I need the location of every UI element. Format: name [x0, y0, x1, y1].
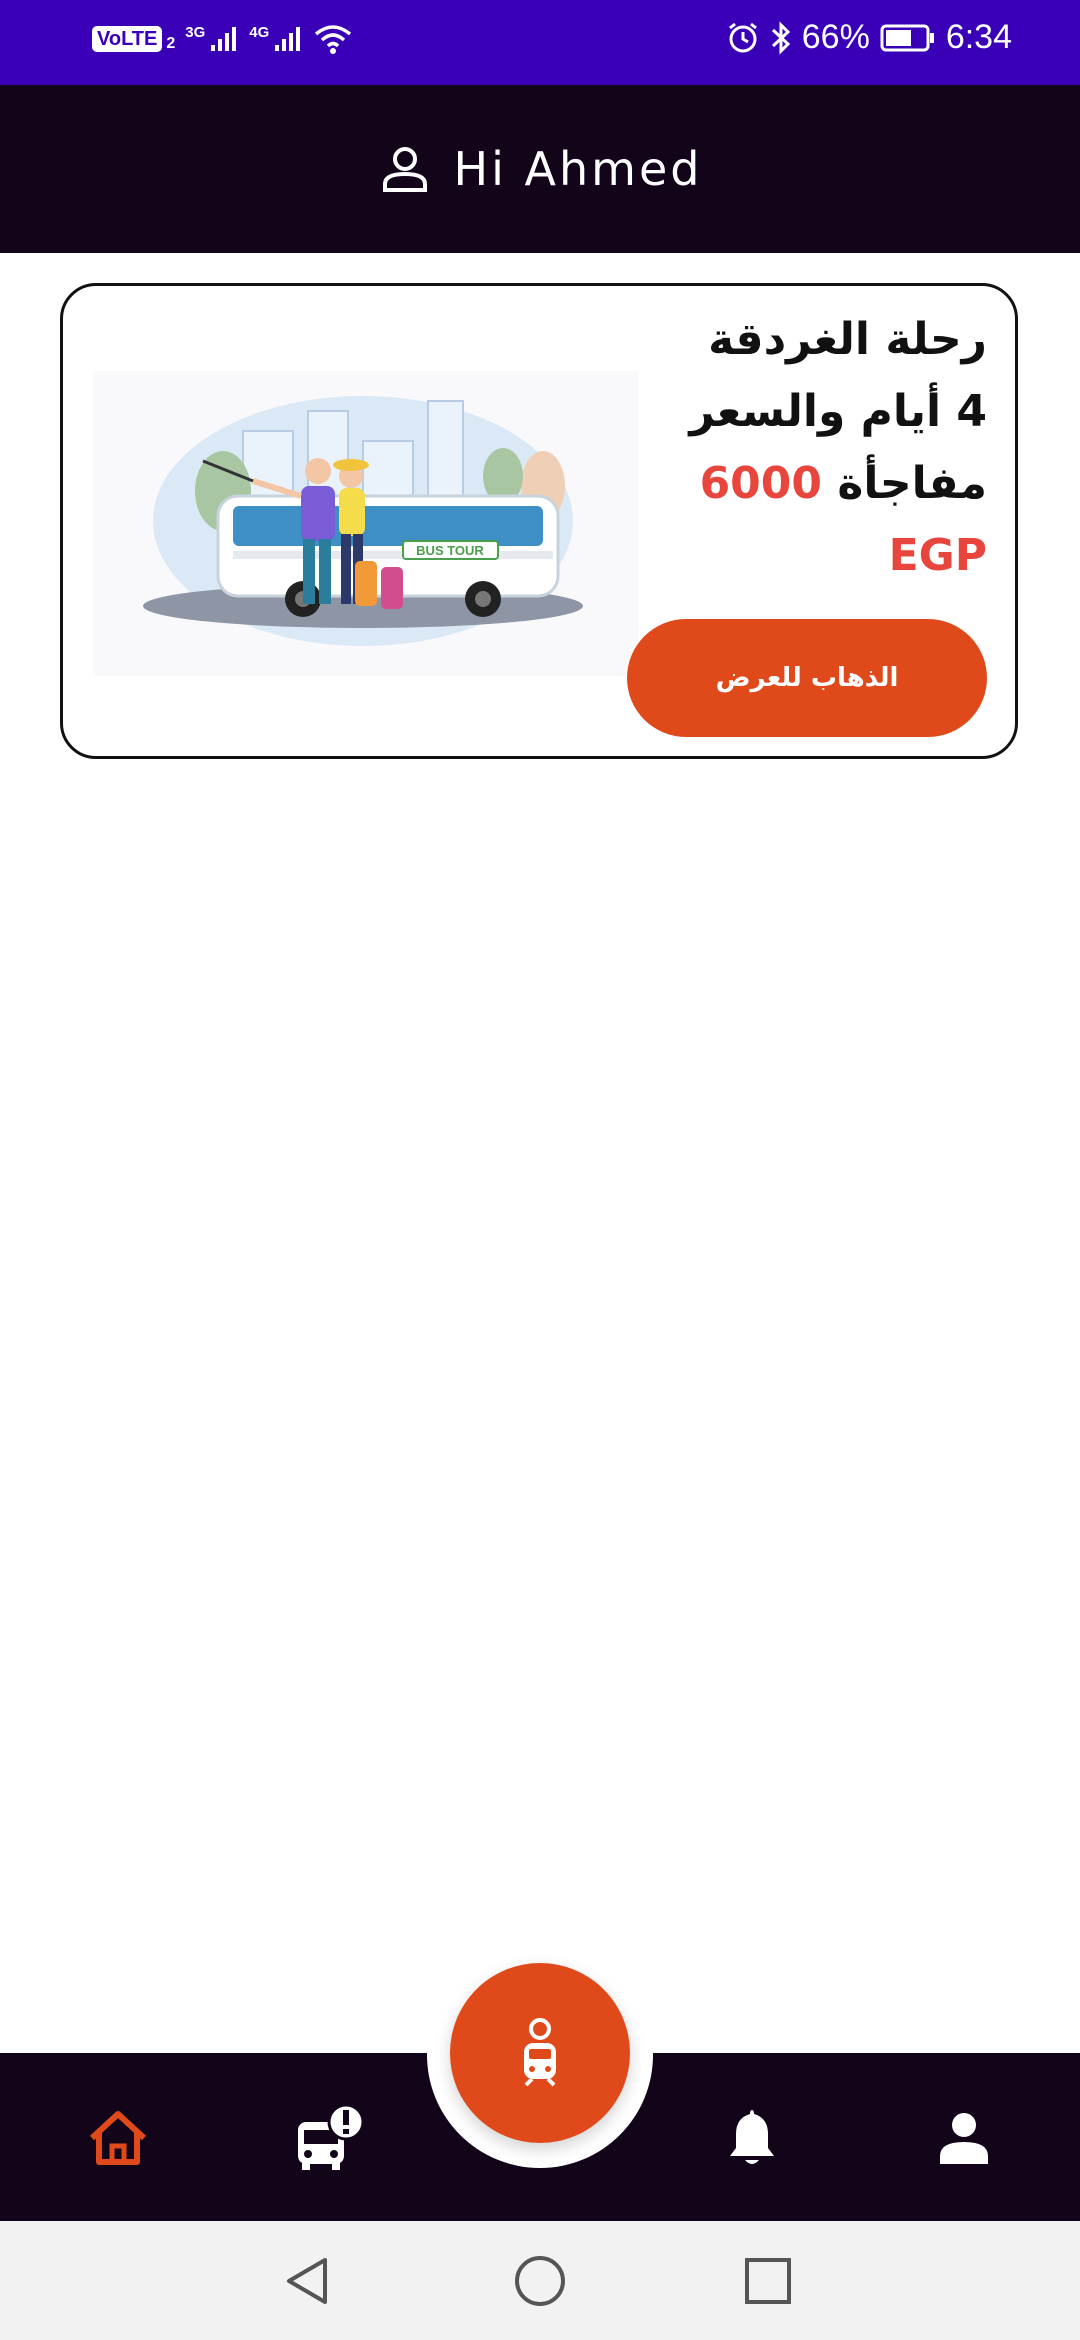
offer-currency: EGP	[888, 530, 987, 581]
battery-icon	[880, 24, 934, 51]
network-type-2: 4G	[249, 23, 270, 41]
recents-button[interactable]	[736, 2249, 800, 2313]
bus-tour-illustration: BUS TOUR	[93, 371, 638, 676]
bell-icon	[730, 2110, 774, 2164]
offer-price-value: 6000	[699, 458, 823, 509]
signal-icon	[211, 27, 237, 51]
offer-card[interactable]: BUS TOUR رحلة الغردقة 4 أيام والسعر مفاج…	[60, 283, 1018, 759]
volte-badge: VoLTE	[92, 26, 163, 52]
nav-item-home[interactable]	[78, 2098, 158, 2178]
user-outline-icon[interactable]	[378, 142, 432, 196]
offer-price-line: مفاجأة 6000	[587, 448, 987, 520]
offer-title: رحلة الغردقة	[708, 314, 987, 365]
nav-item-profile[interactable]	[924, 2098, 1004, 2178]
bluetooth-icon	[771, 20, 790, 55]
center-fab-button[interactable]	[450, 1963, 630, 2143]
home-icon	[89, 2111, 147, 2165]
status-right: 66% 6:34	[726, 18, 1012, 57]
app-header: Hi Ahmed	[0, 85, 1080, 253]
bus-alert-icon	[298, 2103, 365, 2170]
home-system-button[interactable]	[508, 2249, 572, 2313]
clock: 6:34	[945, 18, 1012, 56]
network-type-1: 3G	[185, 23, 206, 41]
status-left: VoLTE 2 3G 4G	[92, 22, 353, 56]
signal-icon	[275, 27, 301, 51]
offer-surprise-text: مفاجأة	[837, 458, 987, 509]
greeting-text: Hi Ahmed	[453, 142, 703, 196]
sim-slot-label: 2	[166, 35, 176, 52]
recents-square-icon	[745, 2258, 791, 2304]
back-button[interactable]	[276, 2249, 340, 2313]
go-to-offer-button[interactable]: الذهاب للعرض	[627, 619, 987, 737]
nav-item-bus-alert[interactable]	[290, 2098, 370, 2178]
alarm-icon	[728, 22, 757, 52]
offer-duration: 4 أيام والسعر	[689, 386, 987, 437]
train-icon	[524, 2018, 556, 2087]
battery-percent: 66%	[801, 18, 870, 56]
back-triangle-icon	[287, 2258, 327, 2304]
nav-item-notifications[interactable]	[712, 2098, 792, 2178]
person-icon	[940, 2113, 988, 2164]
system-navigation-bar	[0, 2221, 1080, 2340]
home-circle-icon	[515, 2256, 565, 2306]
wifi-icon	[315, 25, 352, 54]
status-bar: VoLTE 2 3G 4G 66% 6:34	[0, 0, 1080, 85]
offer-description: رحلة الغردقة 4 أيام والسعر مفاجأة 6000 E…	[587, 304, 987, 592]
bus-tour-label: BUS TOUR	[416, 543, 484, 558]
